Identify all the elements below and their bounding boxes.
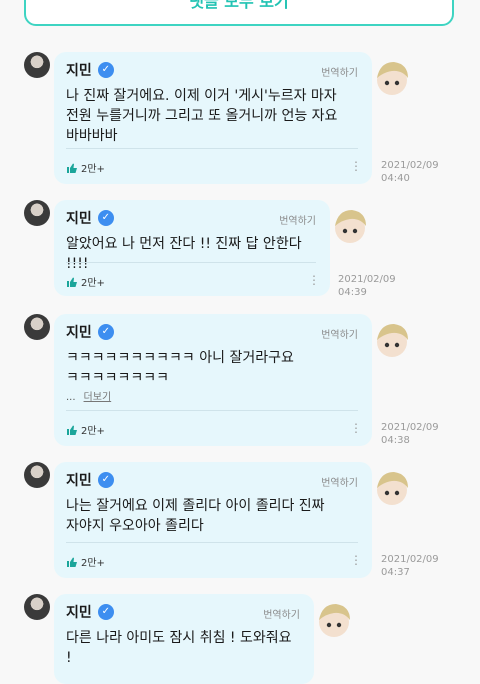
avatar[interactable]	[24, 314, 50, 340]
comment-text: 알았어요 나 먼저 잔다 !! 진짜 답 안한다 !!!!	[66, 236, 302, 272]
verified-badge-icon: ✓	[97, 62, 114, 78]
verified-badge-icon: ✓	[97, 604, 114, 620]
avatar[interactable]	[24, 52, 50, 78]
verified-badge-icon: ✓	[97, 210, 114, 226]
verified-badge-icon: ✓	[97, 324, 114, 340]
avatar[interactable]	[24, 462, 50, 488]
author-name[interactable]: 지민	[66, 208, 92, 228]
thumbs-up-icon	[67, 557, 77, 567]
more-options-icon[interactable]: ⋮	[350, 160, 362, 172]
sticker-image	[335, 210, 366, 243]
see-all-comments-button[interactable]: 댓글 모두 보기	[24, 0, 454, 26]
comment-text: 다른 나라 아미도 잠시 취침 ! 도와줘요 !	[66, 630, 292, 666]
comment-date: 2021/02/09 04:37	[381, 554, 439, 578]
sticker-image	[377, 324, 408, 357]
comment-text: ㅋㅋㅋㅋㅋㅋㅋㅋㅋㅋ 아니 잘거라구요 ㅋㅋㅋㅋㅋㅋㅋㅋ	[66, 350, 294, 386]
translate-button[interactable]: 번역하기	[321, 474, 358, 489]
comment-date: 2021/02/09 04:38	[381, 422, 439, 446]
like-count: 2만+	[81, 278, 105, 289]
author-name[interactable]: 지민	[66, 602, 92, 622]
sticker-image	[377, 62, 408, 95]
thumbs-up-icon	[67, 163, 77, 173]
author-name[interactable]: 지민	[66, 322, 92, 342]
divider	[66, 410, 358, 411]
divider	[66, 262, 316, 263]
divider	[66, 148, 358, 149]
like-button[interactable]: 2만+	[66, 160, 105, 175]
comment-text: 나 진짜 잘거에요. 이제 이거 '게시'누르자 마자 전원 누를거니까 그리고…	[66, 88, 338, 144]
more-options-icon[interactable]: ⋮	[350, 422, 362, 434]
comment-bubble: 지민 ✓ 번역하기 알았어요 나 먼저 잔다 !! 진짜 답 안한다 !!!! …	[54, 200, 330, 296]
sticker-image	[319, 604, 350, 637]
comment-bubble: 지민 ✓ 번역하기 나는 잘거에요 이제 졸리다 아이 졸리다 진짜 자야지 우…	[54, 462, 372, 578]
author-name[interactable]: 지민	[66, 470, 92, 490]
comment-date: 2021/02/09 04:40	[381, 160, 439, 184]
comment-text: 나는 잘거에요 이제 졸리다 아이 졸리다 진짜 자야지 우오아아 졸리다	[66, 498, 325, 534]
avatar[interactable]	[24, 200, 50, 226]
sticker-image	[377, 472, 408, 505]
avatar[interactable]	[24, 594, 50, 620]
like-count: 2만+	[81, 426, 105, 437]
comment-date: 2021/02/09 04:39	[338, 274, 396, 298]
translate-button[interactable]: 번역하기	[321, 326, 358, 341]
like-button[interactable]: 2만+	[66, 422, 105, 437]
translate-button[interactable]: 번역하기	[263, 606, 300, 621]
translate-button[interactable]: 번역하기	[279, 212, 316, 227]
like-button[interactable]: 2만+	[66, 554, 105, 569]
divider	[66, 542, 358, 543]
read-more: ... 더보기	[66, 388, 111, 403]
comment-bubble: 지민 ✓ 번역하기 나 진짜 잘거에요. 이제 이거 '게시'누르자 마자 전원…	[54, 52, 372, 184]
like-count: 2만+	[81, 558, 105, 569]
ellipsis: ...	[66, 392, 76, 403]
more-options-icon[interactable]: ⋮	[350, 554, 362, 566]
read-more-link[interactable]: 더보기	[84, 392, 112, 403]
comment-bubble: 지민 ✓ 번역하기 다른 나라 아미도 잠시 취침 ! 도와줘요 !	[54, 594, 314, 684]
like-button[interactable]: 2만+	[66, 274, 105, 289]
translate-button[interactable]: 번역하기	[321, 64, 358, 79]
thumbs-up-icon	[67, 277, 77, 287]
more-options-icon[interactable]: ⋮	[308, 274, 320, 286]
like-count: 2만+	[81, 164, 105, 175]
comment-bubble: 지민 ✓ 번역하기 ㅋㅋㅋㅋㅋㅋㅋㅋㅋㅋ 아니 잘거라구요 ㅋㅋㅋㅋㅋㅋㅋㅋ .…	[54, 314, 372, 446]
verified-badge-icon: ✓	[97, 472, 114, 488]
thumbs-up-icon	[67, 425, 77, 435]
author-name[interactable]: 지민	[66, 60, 92, 80]
